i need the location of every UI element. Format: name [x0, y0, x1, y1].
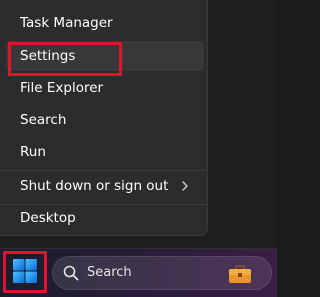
menu-item-label: Shut down or sign out [20, 178, 169, 194]
menu-item-label: Search [20, 112, 67, 128]
menu-item-label: Settings [20, 48, 76, 64]
menu-item-label: Task Manager [20, 15, 113, 31]
menu-item-settings[interactable]: Settings [6, 41, 204, 71]
search-placeholder: Search [87, 265, 132, 280]
chevron-right-icon [182, 181, 188, 191]
windows-logo-icon[interactable] [10, 256, 40, 286]
desktop-screen: Task Manager Settings File Explorer Sear… [0, 0, 277, 297]
menu-item-search[interactable]: Search [6, 105, 204, 135]
menu-item-label: Run [20, 144, 46, 160]
menu-item-task-manager[interactable]: Task Manager [6, 8, 204, 38]
menu-item-shut-down-or-sign-out[interactable]: Shut down or sign out [6, 171, 204, 201]
menu-item-run[interactable]: Run [6, 137, 204, 167]
search-icon [63, 265, 79, 281]
power-user-context-menu: Task Manager Settings File Explorer Sear… [0, 0, 208, 236]
menu-item-desktop[interactable]: Desktop [6, 203, 204, 233]
taskbar-search-box[interactable]: Search [52, 256, 272, 290]
menu-item-label: Desktop [20, 210, 76, 226]
menu-item-file-explorer[interactable]: File Explorer [6, 73, 204, 103]
briefcase-icon[interactable] [228, 264, 252, 284]
menu-item-label: File Explorer [20, 80, 104, 96]
